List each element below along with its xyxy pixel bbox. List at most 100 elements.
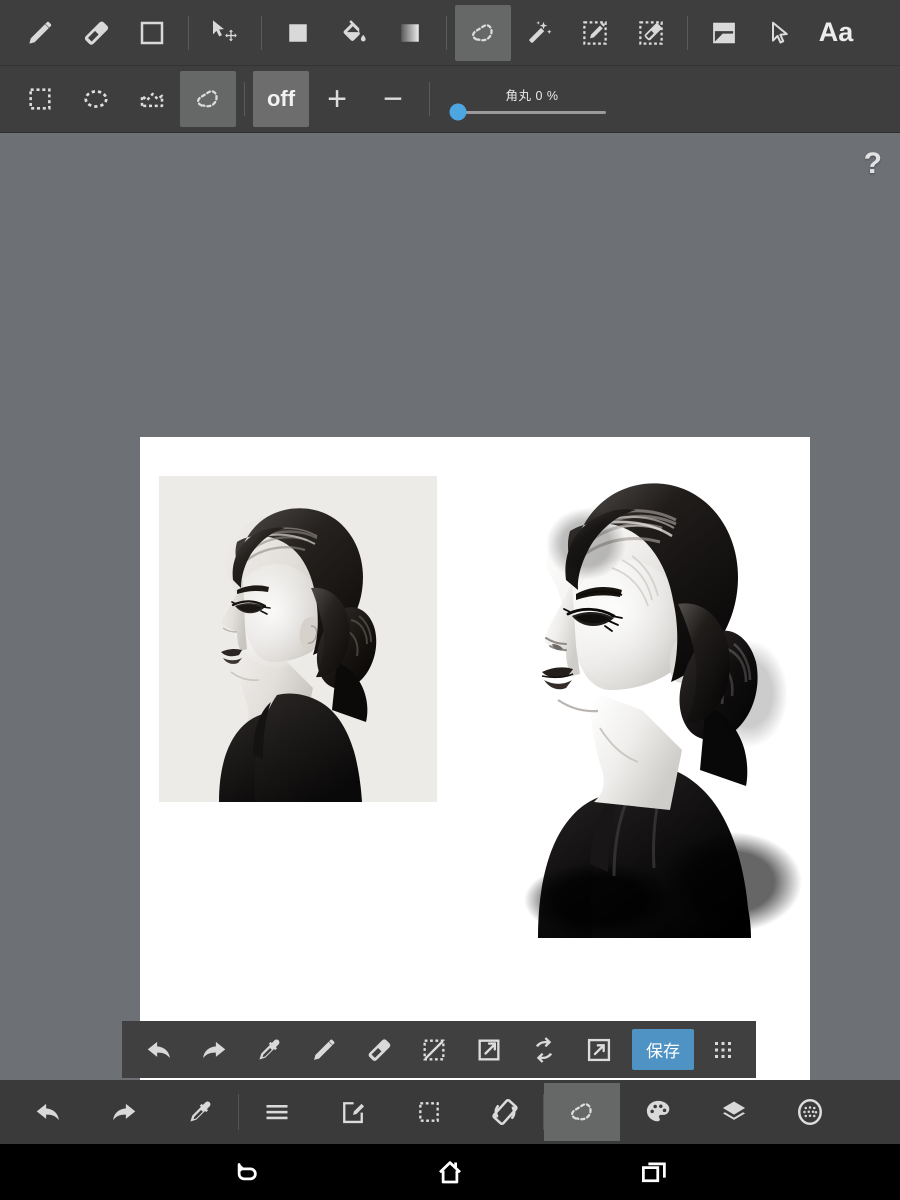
add-selection-button[interactable]: + <box>309 71 365 127</box>
floating-more-button[interactable] <box>700 1026 746 1074</box>
canvas-workspace[interactable]: ? <box>0 133 900 1080</box>
tool-frame-divide[interactable] <box>696 5 752 61</box>
reference-portrait-image <box>159 476 437 802</box>
nav-recents-button[interactable] <box>627 1150 681 1194</box>
floating-flip-button[interactable] <box>516 1026 571 1074</box>
tool-selection-pen[interactable] <box>567 5 623 61</box>
tool-eraser[interactable] <box>68 5 124 61</box>
pencil-icon <box>25 18 55 48</box>
bottom-rotate-button[interactable] <box>467 1083 543 1141</box>
corner-radius-label: 角丸 0 % <box>505 88 559 103</box>
toolbar-divider-1 <box>188 15 189 50</box>
toolbar-divider-2 <box>261 15 262 50</box>
nav-back-button[interactable] <box>219 1150 273 1194</box>
marquee-lasso-button[interactable] <box>180 71 236 127</box>
floating-pencil-button[interactable] <box>297 1026 352 1074</box>
canvas-sheet[interactable] <box>140 437 810 1080</box>
primary-toolbar: Aa <box>0 0 900 66</box>
toolbar-divider-3 <box>446 15 447 50</box>
bottom-layers-button[interactable] <box>696 1083 772 1141</box>
transform-icon <box>475 1036 503 1064</box>
tool-selection-eraser[interactable] <box>623 5 679 61</box>
marquee-ellipse-button[interactable] <box>68 71 124 127</box>
tool-gradient[interactable] <box>382 5 438 61</box>
floating-deselect-button[interactable] <box>406 1026 461 1074</box>
bottom-menu-button[interactable] <box>239 1083 315 1141</box>
eraser-icon <box>81 18 111 48</box>
corner-radius-slider[interactable] <box>449 103 606 121</box>
gradient-icon <box>395 18 425 48</box>
tool-bucket[interactable] <box>326 5 382 61</box>
tool-shape[interactable] <box>124 5 180 61</box>
floating-eyedropper-button[interactable] <box>242 1026 297 1074</box>
tool-magic-wand[interactable] <box>511 5 567 61</box>
digital-painting-layer <box>480 448 810 938</box>
brush-dots-icon <box>795 1097 825 1127</box>
lasso-icon <box>192 83 224 115</box>
bottom-palette-button[interactable] <box>620 1083 696 1141</box>
tool-lasso-select[interactable] <box>455 4 511 61</box>
question-mark-icon[interactable]: ? <box>864 147 882 181</box>
floating-redo-button[interactable] <box>187 1026 242 1074</box>
floating-undo-button[interactable] <box>132 1026 187 1074</box>
marquee-rect-icon <box>416 1099 442 1125</box>
floating-eraser-button[interactable] <box>352 1026 407 1074</box>
lasso-icon <box>566 1096 598 1128</box>
magic-wand-icon <box>524 18 554 48</box>
nav-home-button[interactable] <box>423 1150 477 1194</box>
bottom-lasso-button[interactable] <box>544 1083 620 1141</box>
redo-icon <box>109 1097 139 1127</box>
painted-portrait-image <box>480 448 810 938</box>
tool-text[interactable]: Aa <box>808 5 864 61</box>
secondary-divider-1 <box>244 82 245 116</box>
marquee-polygon-icon <box>137 84 167 114</box>
paint-bucket-icon <box>339 18 369 48</box>
bottom-eyedropper-button[interactable] <box>162 1083 238 1141</box>
tool-pencil[interactable] <box>12 5 68 61</box>
pencil-icon <box>310 1036 338 1064</box>
palette-icon <box>644 1098 672 1126</box>
slider-thumb[interactable] <box>449 103 467 121</box>
subtract-selection-button[interactable]: − <box>365 71 421 127</box>
marquee-rect-icon <box>26 85 54 113</box>
filled-square-icon <box>283 18 313 48</box>
marquee-rect-button[interactable] <box>12 71 68 127</box>
corner-radius-slider-group: 角丸 0 % <box>449 85 612 121</box>
antialias-toggle[interactable]: off <box>253 71 309 127</box>
layers-icon <box>720 1098 748 1126</box>
bottom-undo-button[interactable] <box>10 1083 86 1141</box>
bottom-redo-button[interactable] <box>86 1083 162 1141</box>
redo-icon <box>199 1035 229 1065</box>
eyedropper-icon <box>255 1036 283 1064</box>
save-button[interactable]: 保存 <box>632 1029 695 1070</box>
selection-eraser-icon <box>636 18 666 48</box>
undo-icon <box>144 1035 174 1065</box>
floating-toolbar: 保存 <box>122 1021 756 1078</box>
reference-photo-layer <box>159 476 437 802</box>
move-cursor-icon <box>209 17 241 49</box>
tool-cursor[interactable] <box>752 5 808 61</box>
bottom-selection-button[interactable] <box>391 1083 467 1141</box>
toolbar-divider-4 <box>687 15 688 50</box>
tool-fill-square[interactable] <box>270 5 326 61</box>
eyedropper-icon <box>186 1098 214 1126</box>
text-aa-icon: Aa <box>818 17 854 47</box>
grid-dots-icon <box>711 1038 735 1062</box>
bottom-bar <box>0 1080 900 1144</box>
deselect-icon <box>420 1036 448 1064</box>
square-outline-icon <box>137 18 167 48</box>
eraser-icon <box>365 1036 393 1064</box>
floating-transform-button[interactable] <box>461 1026 516 1074</box>
recents-icon <box>639 1157 669 1187</box>
back-icon <box>231 1157 261 1187</box>
export-icon <box>585 1036 613 1064</box>
home-icon <box>435 1157 465 1187</box>
floating-export-button[interactable] <box>571 1026 626 1074</box>
lasso-icon <box>467 17 499 49</box>
compose-icon <box>339 1098 367 1126</box>
tool-move[interactable] <box>197 5 253 61</box>
secondary-toolbar: off + − 角丸 0 % <box>0 66 900 133</box>
bottom-compose-button[interactable] <box>315 1083 391 1141</box>
bottom-brush-button[interactable] <box>772 1083 848 1141</box>
marquee-polygon-button[interactable] <box>124 71 180 127</box>
